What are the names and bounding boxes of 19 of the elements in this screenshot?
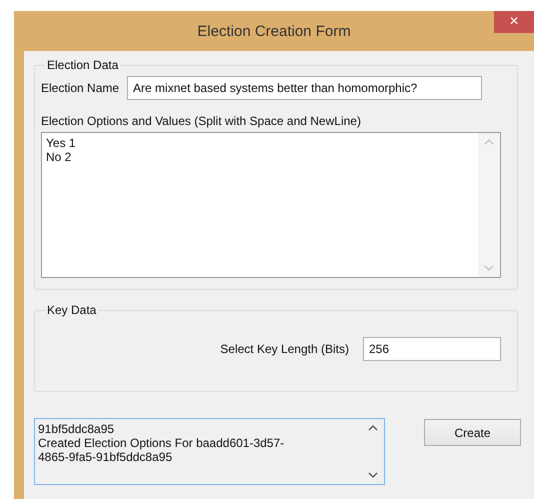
field-label: Election Options and Values (Split with Space and NewLine) [41, 114, 362, 128]
option-line: No 2 [46, 150, 72, 164]
election-name-field[interactable]: Are mixnet based systems better than homomorphic? [127, 76, 482, 100]
scroll-up-icon[interactable] [368, 425, 378, 431]
scroll-down-icon[interactable] [368, 472, 378, 478]
group-legend: Election Data [45, 58, 120, 72]
field-label: Election Name [41, 81, 120, 95]
log-line: 91bf5ddc8a95 [38, 422, 116, 436]
options-text-area[interactable]: Yes 1 No 2 [41, 132, 501, 278]
close-button[interactable]: × [494, 11, 534, 33]
create-button[interactable]: Create [424, 419, 521, 446]
log-line: Created Election Options For baadd601-3d57- [38, 436, 286, 450]
log-text-area[interactable]: 91bf5ddc8a95 Created Election Options For baadd601-3d57- 4865-9fa5-91bf5ddc8a95 [34, 418, 385, 485]
option-line: Yes 1 [46, 136, 77, 150]
log-line: 4865-9fa5-91bf5ddc8a95 [38, 450, 174, 464]
window-title: Election Creation Form [196, 23, 352, 40]
field-label: Select Key Length (Bits) [220, 342, 349, 356]
key-length-field[interactable]: 256 [363, 337, 501, 361]
group-legend: Key Data [45, 303, 98, 317]
